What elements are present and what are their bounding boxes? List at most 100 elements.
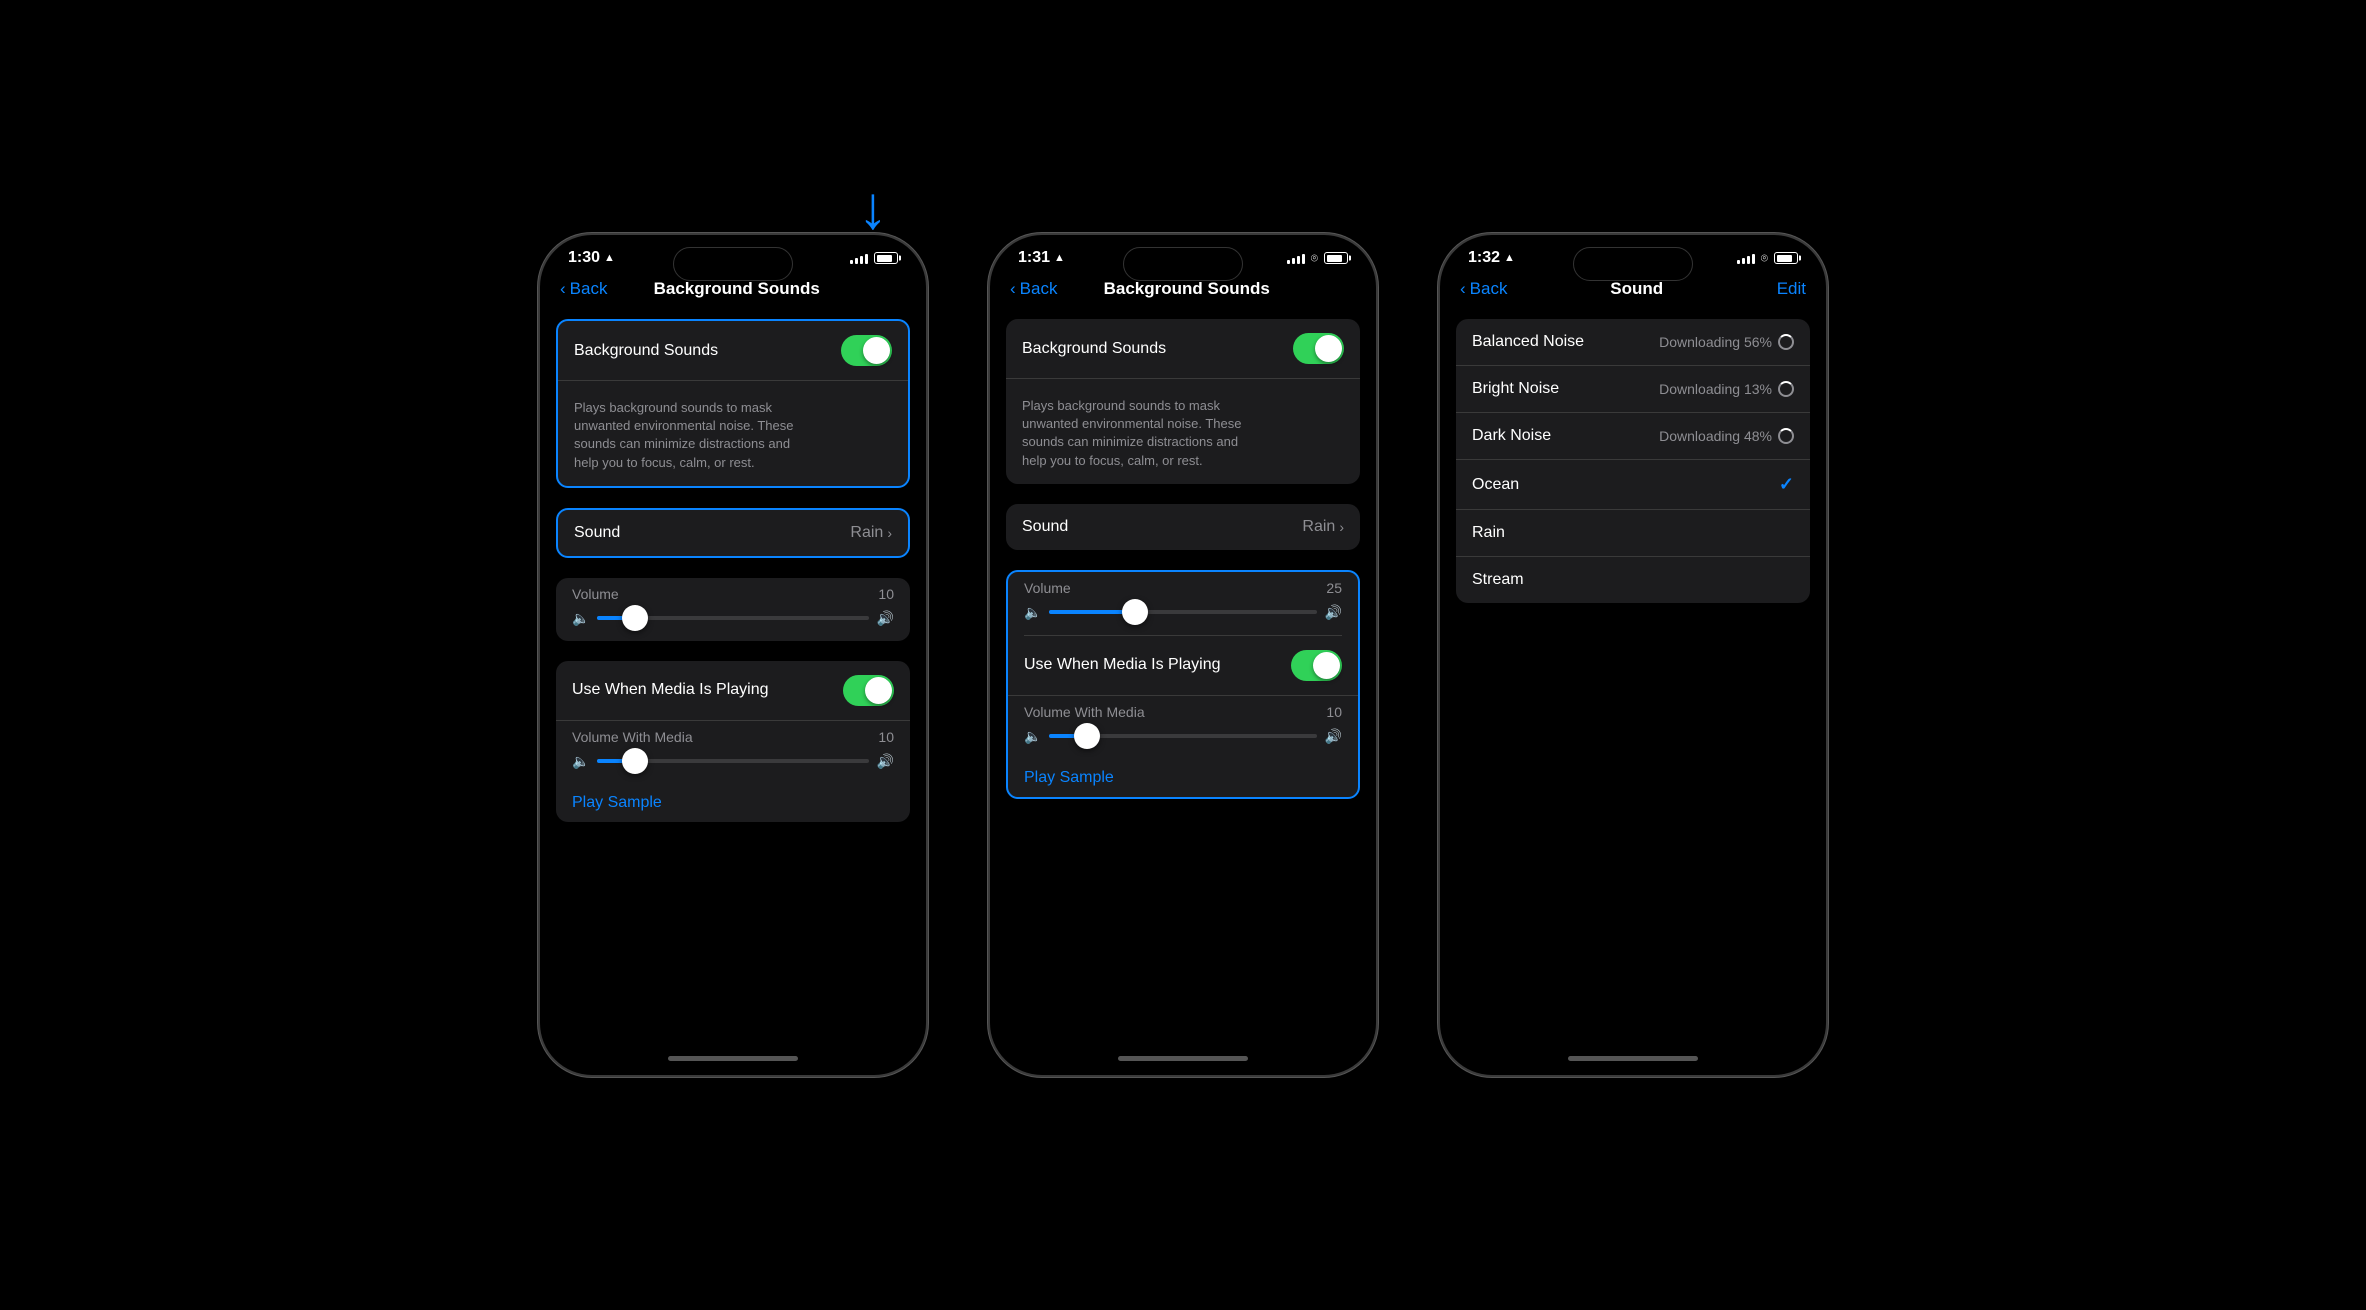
sound-section-2: Sound Rain ›: [1006, 504, 1360, 550]
use-when-media-row-2: Use When Media Is Playing: [1008, 636, 1358, 696]
use-when-media-row-1: Use When Media Is Playing: [556, 661, 910, 721]
use-when-media-label-1: Use When Media Is Playing: [572, 681, 769, 699]
list-item-balanced-noise[interactable]: Balanced Noise Downloading 56%: [1456, 319, 1810, 366]
volume-label-1: Volume: [572, 586, 619, 602]
dynamic-island-2: [1123, 247, 1243, 281]
vol-high-icon-2: 🔊: [1325, 604, 1342, 621]
play-sample-2[interactable]: Play Sample: [1008, 759, 1358, 797]
sound-label-1: Sound: [574, 524, 620, 542]
wifi-icon-2: ⌾: [1311, 251, 1318, 266]
vol-media-low-icon-1: 🔈: [572, 753, 589, 770]
vol-media-track-1[interactable]: [597, 759, 868, 763]
vol-low-icon-2: 🔈: [1024, 604, 1041, 621]
vol-low-icon-1: 🔈: [572, 610, 589, 627]
battery-icon-1: [874, 252, 898, 264]
phone-1: 1:30 ▲ ‹: [538, 233, 928, 1077]
location-icon-3: ▲: [1504, 252, 1515, 264]
phone-2: 1:31 ▲ ⌾: [988, 233, 1378, 1077]
phone-3: 1:32 ▲ ⌾: [1438, 233, 1828, 1077]
status-icons-2: ⌾: [1287, 251, 1348, 266]
bg-sounds-desc-2: Plays background sounds to mask unwanted…: [1022, 397, 1242, 470]
page-title-1: Background Sounds: [607, 279, 866, 299]
vol-media-track-2[interactable]: [1049, 734, 1316, 738]
time-1: 1:30 ▲: [568, 249, 615, 267]
list-item-stream[interactable]: Stream: [1456, 557, 1810, 603]
sound-value-1: Rain ›: [850, 524, 892, 542]
volume-track-2[interactable]: [1049, 610, 1316, 614]
status-icons-1: [850, 252, 898, 264]
phone-3-wrapper: 1:32 ▲ ⌾: [1438, 233, 1828, 1077]
list-item-rain[interactable]: Rain: [1456, 510, 1810, 557]
time-3: 1:32 ▲: [1468, 249, 1515, 267]
blue-arrow-icon: ↓: [858, 173, 888, 242]
status-icons-3: ⌾: [1737, 251, 1798, 266]
page-title-3: Sound: [1507, 279, 1766, 299]
location-icon-2: ▲: [1054, 252, 1065, 264]
bg-sounds-toggle-2[interactable]: [1293, 333, 1344, 364]
volume-section-1: Volume 10 🔈 🔊: [556, 578, 910, 641]
back-button-2[interactable]: ‹ Back: [1010, 279, 1057, 299]
play-sample-1[interactable]: Play Sample: [556, 784, 910, 822]
vol-media-label-2: Volume With Media: [1024, 704, 1145, 720]
vol-media-label-1: Volume With Media: [572, 729, 693, 745]
list-item-ocean[interactable]: Ocean ✓: [1456, 460, 1810, 510]
home-indicator-3: [1440, 1041, 1826, 1075]
chevron-icon-1: ›: [887, 525, 892, 541]
edit-button-3[interactable]: Edit: [1766, 279, 1806, 299]
vol-high-icon-1: 🔊: [877, 610, 894, 627]
checkmark-ocean: ✓: [1779, 474, 1794, 495]
list-item-dark-noise[interactable]: Dark Noise Downloading 48%: [1456, 413, 1810, 460]
sound-row-1[interactable]: Sound Rain ›: [558, 510, 908, 556]
list-item-bright-noise[interactable]: Bright Noise Downloading 13%: [1456, 366, 1810, 413]
sound-label-2: Sound: [1022, 518, 1068, 536]
vol-media-value-1: 10: [878, 729, 894, 745]
back-button-3[interactable]: ‹ Back: [1460, 279, 1507, 299]
use-when-media-toggle-1[interactable]: [843, 675, 894, 706]
signal-icon-1: [850, 252, 868, 264]
content-3: Balanced Noise Downloading 56% Bright No…: [1440, 311, 1826, 1041]
spinner-dark: [1778, 428, 1794, 444]
bg-sounds-section-2: Background Sounds Plays background sound…: [1006, 319, 1360, 484]
volume-slider-2: Volume 25 🔈 🔊: [1008, 572, 1358, 635]
media-section-1: Use When Media Is Playing Volume With Me…: [556, 661, 910, 822]
location-icon-1: ▲: [604, 252, 615, 264]
back-button-1[interactable]: ‹ Back: [560, 279, 607, 299]
sound-list-3: Balanced Noise Downloading 56% Bright No…: [1456, 319, 1810, 603]
battery-icon-2: [1324, 252, 1348, 264]
bg-sounds-desc-1: Plays background sounds to mask unwanted…: [574, 399, 794, 472]
phones-container: ↓ 1:30 ▲: [498, 193, 1868, 1117]
home-indicator-2: [990, 1041, 1376, 1075]
vol-media-low-icon-2: 🔈: [1024, 728, 1041, 745]
signal-icon-2: [1287, 252, 1305, 264]
vol-media-high-icon-1: 🔊: [877, 753, 894, 770]
dynamic-island-1: [673, 247, 793, 281]
volume-media-slider-2: Volume With Media 10 🔈 🔊: [1008, 696, 1358, 759]
dynamic-island-3: [1573, 247, 1693, 281]
bg-sounds-toggle-row-2: Background Sounds: [1006, 319, 1360, 379]
wifi-icon-3: ⌾: [1761, 251, 1768, 266]
use-when-media-label-2: Use When Media Is Playing: [1024, 656, 1221, 674]
bg-sounds-toggle-1[interactable]: [841, 335, 892, 366]
spinner-balanced: [1778, 334, 1794, 350]
content-2: Background Sounds Plays background sound…: [990, 311, 1376, 1041]
volume-media-section-2: Volume 25 🔈 🔊: [1006, 570, 1360, 799]
phone-3-screen: 1:32 ▲ ⌾: [1440, 235, 1826, 1075]
phone-1-wrapper: ↓ 1:30 ▲: [538, 233, 928, 1077]
volume-track-1[interactable]: [597, 616, 868, 620]
chevron-icon-2: ›: [1339, 519, 1344, 535]
phone-2-wrapper: 1:31 ▲ ⌾: [988, 233, 1378, 1077]
phone-1-screen: 1:30 ▲ ‹: [540, 235, 926, 1075]
signal-icon-3: [1737, 252, 1755, 264]
sound-section-1: Sound Rain ›: [556, 508, 910, 558]
use-when-media-toggle-2[interactable]: [1291, 650, 1342, 681]
vol-media-high-icon-2: 🔊: [1325, 728, 1342, 745]
sound-row-2[interactable]: Sound Rain ›: [1006, 504, 1360, 550]
volume-slider-1: Volume 10 🔈 🔊: [556, 578, 910, 641]
time-2: 1:31 ▲: [1018, 249, 1065, 267]
sound-value-2: Rain ›: [1302, 518, 1344, 536]
spinner-bright: [1778, 381, 1794, 397]
vol-media-value-2: 10: [1326, 704, 1342, 720]
bg-sounds-desc-row-1: Plays background sounds to mask unwanted…: [558, 381, 908, 486]
volume-media-slider-1: Volume With Media 10 🔈 🔊: [556, 721, 910, 784]
volume-value-2: 25: [1326, 580, 1342, 596]
